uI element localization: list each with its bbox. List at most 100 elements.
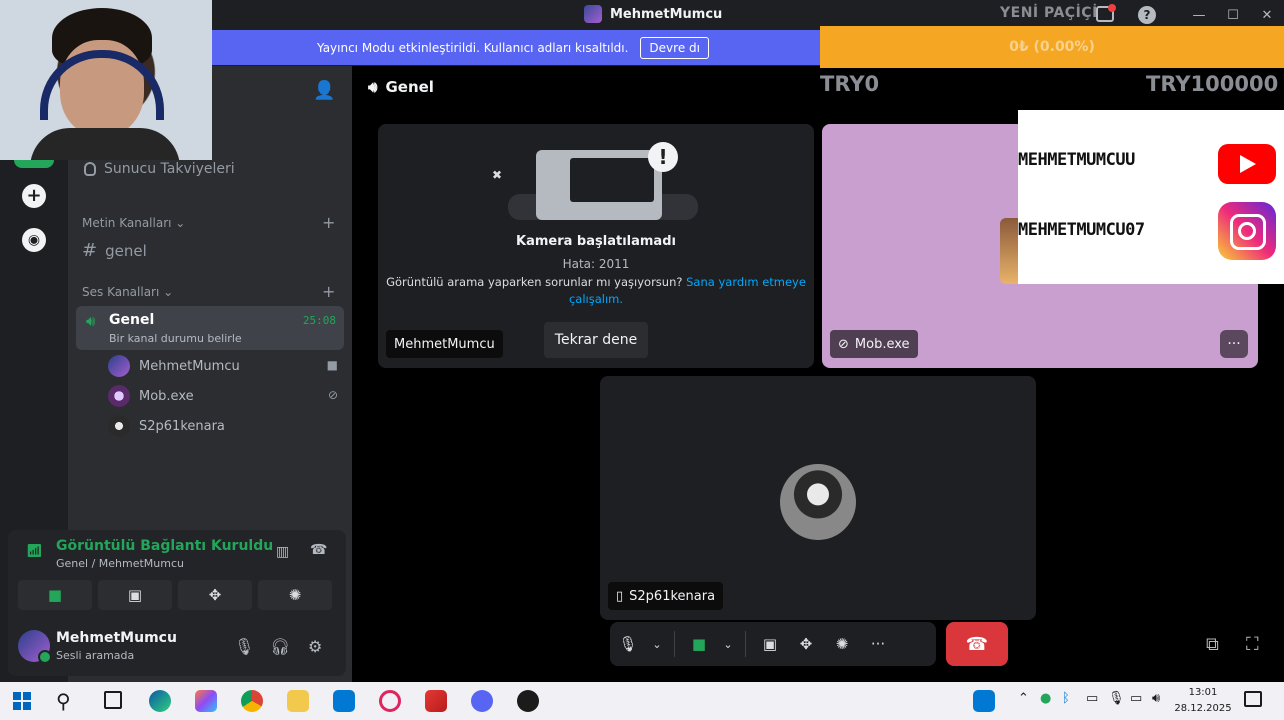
bluetooth-icon[interactable]: ᛒ [1062, 691, 1070, 706]
clock[interactable]: 13:01 28.12.2025 [1174, 685, 1232, 717]
chevron-up-icon[interactable]: ⌃ [1018, 691, 1029, 706]
server-green-pill[interactable] [14, 160, 54, 168]
connection-status[interactable]: Görüntülü Bağlantı Kuruldu [56, 538, 273, 554]
search-icon[interactable]: ⚲ [56, 689, 71, 713]
camera-icon[interactable]: ■ [681, 635, 717, 653]
obs-icon[interactable] [517, 690, 539, 712]
voice-category[interactable]: Ses Kanalları ⌄ [82, 285, 173, 299]
webcam-overlay [0, 0, 212, 160]
voice-channel-status[interactable]: Bir kanal durumu belirle [109, 332, 242, 345]
voice-member[interactable]: Mob.exe ⊘ [108, 385, 338, 407]
clock-date: 28.12.2025 [1174, 703, 1232, 714]
inbox-icon[interactable] [1096, 4, 1116, 22]
server-boosts[interactable]: Sunucu Takviyeleri [84, 161, 235, 177]
close-button[interactable]: ✕ [1250, 8, 1284, 23]
screen-share-icon: ▣ [127, 586, 143, 604]
edge-icon[interactable] [149, 690, 171, 712]
start-tile [13, 692, 21, 700]
user-name[interactable]: MehmetMumcu [56, 630, 177, 646]
boost-label: Sunucu Takviyeleri [104, 161, 235, 177]
display-icon[interactable]: ▭ [1086, 691, 1098, 706]
app-icon[interactable] [425, 690, 447, 712]
discord-icon[interactable] [471, 690, 493, 712]
voice-member[interactable]: S2p61kenara [108, 415, 338, 437]
outlook-tray-icon[interactable] [973, 690, 995, 712]
chrome-icon[interactable] [241, 690, 263, 712]
connection-signal-icon: 📶︎ [26, 544, 43, 559]
more-options-button[interactable]: ··· [1220, 330, 1248, 358]
settings-gear-icon[interactable]: ⚙ [308, 637, 322, 656]
call-channel-name: Genel [385, 78, 434, 96]
chevron-down-icon[interactable]: ⌄ [717, 638, 739, 651]
task-view-icon[interactable] [104, 691, 122, 709]
social-overlay: MEHMETMUMCUU MEHMETMUMCU07 [1018, 110, 1284, 284]
video-icon: ■ [326, 358, 338, 372]
activities-button[interactable]: ✥ [178, 580, 252, 610]
discover-icon[interactable]: ◉ [22, 228, 46, 252]
instagram-handle: MEHMETMUMCU07 [1018, 220, 1145, 240]
video-tile-mehmetmumcu[interactable]: ! ✖ Kamera başlatılamadı Hata: 2011 Görü… [378, 124, 814, 368]
pop-out-icon[interactable]: ⧉ [1206, 634, 1219, 655]
hang-up-icon: ☎︎ [965, 633, 989, 655]
leave-call-button[interactable]: ☎︎ [946, 622, 1008, 666]
disconnect-icon[interactable]: ☎︎ [310, 542, 327, 558]
avatar [108, 385, 130, 407]
activities-icon[interactable]: ✥ [788, 635, 824, 653]
noise-suppression-icon[interactable]: ▥ [276, 544, 289, 560]
voice-channel-timer: 25:08 [302, 314, 336, 327]
voice-channel-name: Genel [109, 312, 155, 328]
camera-button[interactable]: ■ [18, 580, 92, 610]
voice-channel-genel[interactable]: 🔊︎ Genel Bir kanal durumu belirle 25:08 [76, 306, 344, 350]
opera-icon[interactable] [379, 690, 401, 712]
user-status: Sesli aramada [56, 649, 135, 662]
microphone-icon[interactable]: 🎙︎ [610, 635, 646, 653]
battery-icon[interactable]: ▭ [1130, 691, 1142, 706]
outlook-icon[interactable] [333, 690, 355, 712]
retry-button[interactable]: Tekrar dene [544, 322, 648, 358]
add-voice-channel-icon[interactable]: + [322, 282, 335, 301]
screen-share-button[interactable]: ▣ [98, 580, 172, 610]
youtube-handle: MEHMETMUMCUU [1018, 150, 1135, 170]
chevron-down-icon[interactable]: ⌄ [646, 638, 668, 651]
file-explorer-icon[interactable] [287, 690, 309, 712]
participant-name-tag: ▯ S2p61kenara [608, 582, 724, 610]
disable-streamer-mode-button[interactable]: Devre dı [640, 36, 709, 59]
maximize-button[interactable]: ☐ [1216, 8, 1250, 23]
fullscreen-icon[interactable]: ⛶ [1246, 634, 1259, 655]
divider [745, 631, 746, 657]
invite-people-icon[interactable]: 👤 [313, 80, 335, 101]
microphone-icon[interactable]: 🎙︎ [1108, 691, 1125, 706]
notification-icon[interactable] [1244, 691, 1262, 707]
instagram-icon [1218, 202, 1276, 260]
youtube-icon [1218, 144, 1276, 184]
voice-member[interactable]: MehmetMumcu ■ [108, 355, 338, 377]
video-tile-s2p61kenara[interactable]: ▯ S2p61kenara [600, 376, 1036, 620]
text-category[interactable]: Metin Kanalları ⌄ [82, 216, 185, 230]
more-icon[interactable]: ··· [860, 635, 896, 653]
call-controls: 🎙︎ ⌄ ■ ⌄ ▣ ✥ ✺ ··· [610, 622, 936, 666]
camera-error-code: Hata: 2011 [562, 257, 630, 271]
soundboard-icon[interactable]: ✺ [824, 635, 860, 653]
volume-icon[interactable]: 🔊︎ [1152, 691, 1160, 706]
screen-share-icon[interactable]: ▣ [752, 635, 788, 653]
start-tile [13, 702, 21, 710]
soundboard-button[interactable]: ✺ [258, 580, 332, 610]
minimize-button[interactable]: — [1182, 8, 1216, 23]
copilot-icon[interactable] [195, 690, 217, 712]
tray-app-icon[interactable]: ● [1040, 691, 1051, 706]
camera-help-question: Görüntülü arama yaparken sorunlar mı yaş… [386, 275, 683, 289]
camera-error-title: Kamera başlatılamadı [516, 234, 676, 249]
participant-name-tag: ⊘ Mob.exe [830, 330, 918, 358]
microphone-icon[interactable]: 🎙︎ [234, 637, 254, 656]
donation-goal-max: TRY100000 [1146, 72, 1279, 96]
start-button[interactable] [13, 692, 31, 710]
avatar[interactable] [18, 630, 52, 664]
help-icon[interactable]: ? [1138, 6, 1156, 24]
camera-help-text: Görüntülü arama yaparken sorunlar mı yaş… [386, 274, 806, 308]
camera-icon: ■ [47, 586, 63, 604]
add-text-channel-icon[interactable]: + [322, 213, 335, 232]
webcam-shirt [30, 128, 180, 160]
add-server-icon[interactable]: + [22, 184, 46, 208]
channel-genel[interactable]: # genel [82, 240, 147, 261]
headphones-icon[interactable]: 🎧︎ [270, 637, 290, 656]
